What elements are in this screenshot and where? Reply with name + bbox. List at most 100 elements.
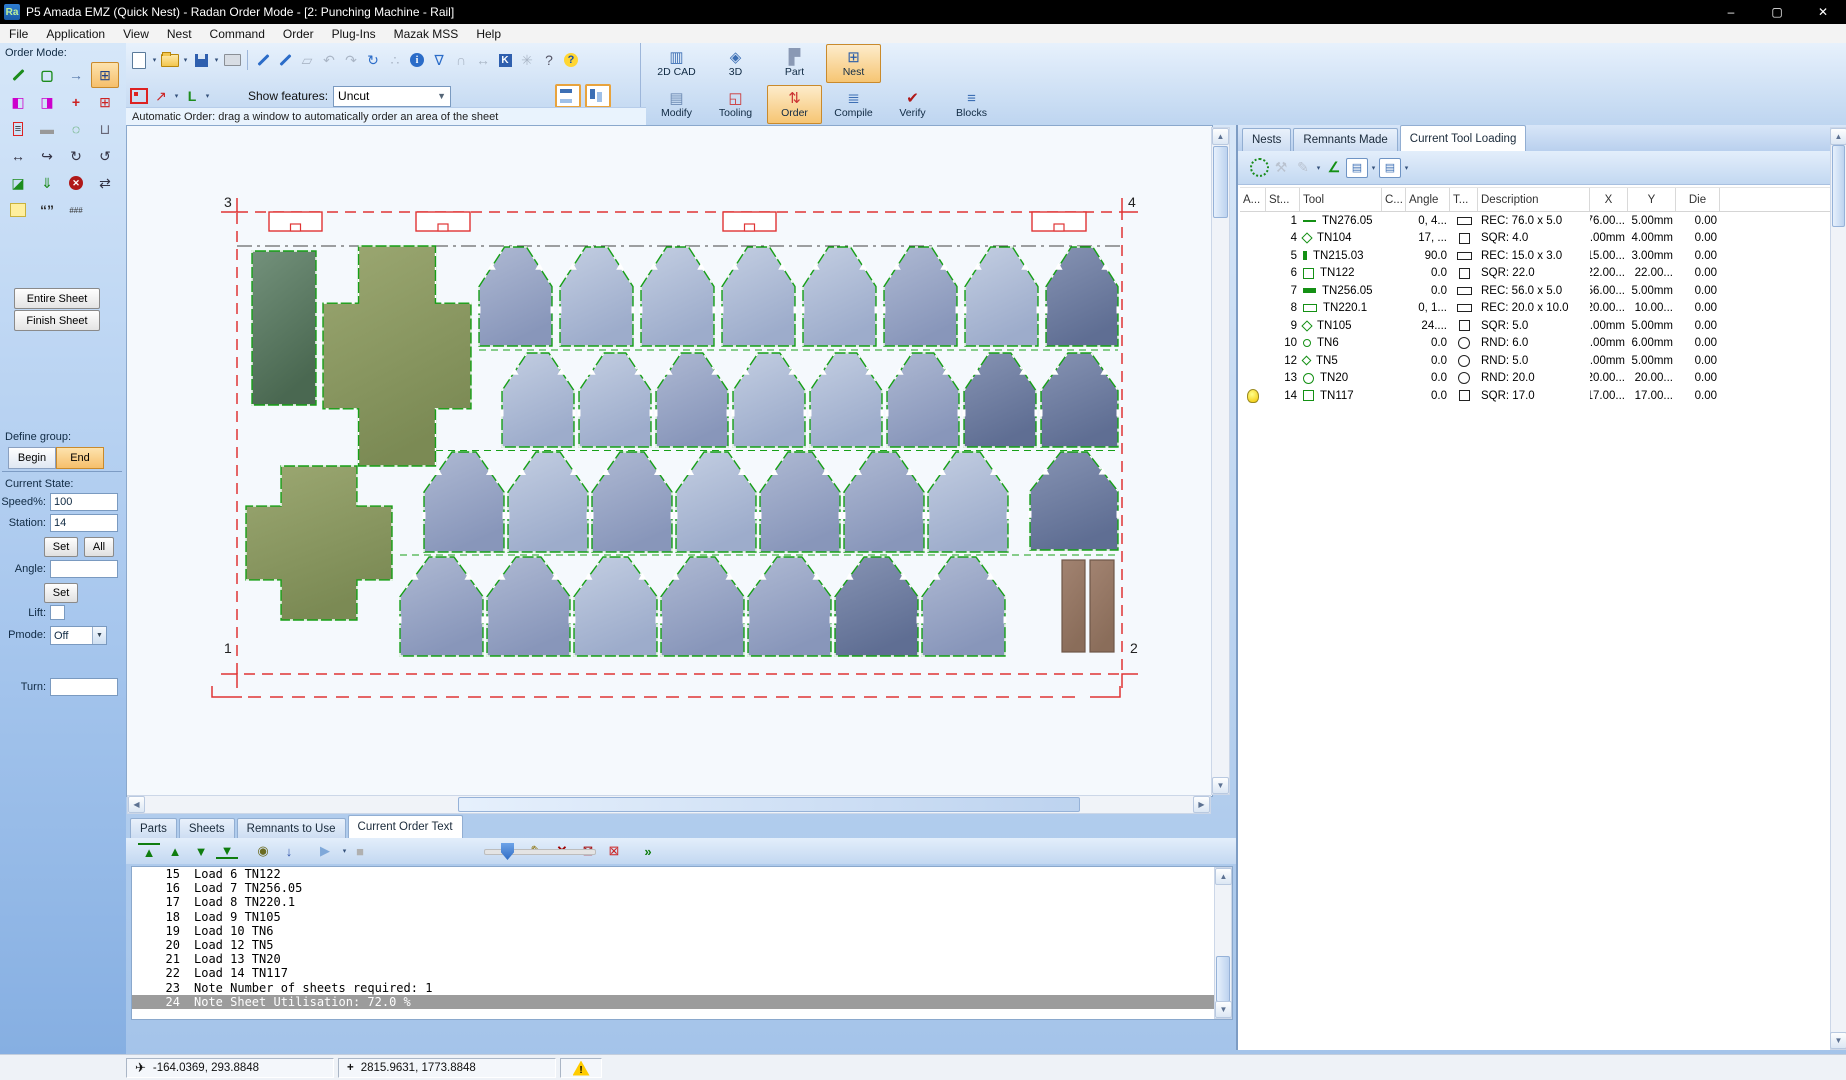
order-text-line[interactable]: 16Load 7 TN256.05 bbox=[132, 881, 1232, 895]
set-station-button[interactable]: Set bbox=[44, 537, 78, 557]
tab-parts[interactable]: Parts bbox=[130, 818, 177, 838]
lift-checkbox[interactable] bbox=[50, 605, 65, 620]
order-text-line[interactable]: 18Load 9 TN105 bbox=[132, 910, 1232, 924]
new-dropdown[interactable]: ▾ bbox=[150, 56, 159, 64]
scroll-down-arrow[interactable]: ▼ bbox=[1830, 1032, 1846, 1049]
go-bottom-icon[interactable]: ▼ bbox=[216, 843, 238, 859]
order-text-line[interactable]: 23Note Number of sheets required: 1 bbox=[132, 981, 1232, 995]
go-up-icon[interactable]: ▲ bbox=[164, 841, 186, 861]
tab-remnants-made[interactable]: Remnants Made bbox=[1293, 128, 1397, 151]
view-detail-dropdown[interactable]: ▾ bbox=[1402, 164, 1411, 172]
order-text-line[interactable]: 22Load 14 TN117 bbox=[132, 966, 1232, 980]
menu-plug-ins[interactable]: Plug-Ins bbox=[323, 24, 385, 43]
wand-icon[interactable]: ✳ bbox=[517, 50, 537, 70]
axis-icon[interactable]: L bbox=[182, 86, 202, 106]
table-row[interactable]: 5TN215.0390.0REC: 15.0 x 3.015.00...3.00… bbox=[1240, 247, 1844, 265]
column-header[interactable]: Die bbox=[1676, 188, 1720, 211]
assign-dropdown[interactable]: ▾ bbox=[1314, 164, 1323, 172]
scroll-thumb[interactable] bbox=[1216, 956, 1230, 1002]
order-text-line[interactable]: 20Load 12 TN5 bbox=[132, 938, 1232, 952]
close-button[interactable]: ✕ bbox=[1800, 0, 1846, 24]
sheet-width-tool[interactable]: ↔ bbox=[4, 143, 32, 169]
end-group-button[interactable]: End bbox=[56, 447, 104, 469]
show-features-select[interactable]: Uncut ▼ bbox=[333, 86, 451, 107]
table-row[interactable]: 8TN220.10, 1...REC: 20.0 x 10.020.00...1… bbox=[1240, 300, 1844, 318]
speed-input[interactable]: 100 bbox=[50, 493, 118, 511]
layout-split-horizontal-button[interactable] bbox=[555, 84, 581, 108]
move-tool[interactable]: + bbox=[62, 89, 90, 115]
blocks-button[interactable]: ≡Blocks bbox=[944, 85, 999, 124]
tab-remnants-to-use[interactable]: Remnants to Use bbox=[237, 818, 346, 838]
menu-view[interactable]: View bbox=[114, 24, 158, 43]
frame-tool[interactable]: ▢ bbox=[33, 62, 61, 88]
column-header[interactable]: A... bbox=[1240, 188, 1266, 211]
sheet-order-tool[interactable]: ◪ bbox=[4, 170, 32, 196]
k-tool-icon[interactable]: K bbox=[495, 50, 515, 70]
quotes-tool[interactable]: “” bbox=[33, 197, 61, 223]
table-row[interactable]: 6TN1220.0SQR: 22.022.00...22.00...0.00 bbox=[1240, 265, 1844, 283]
width-icon[interactable]: ↔ bbox=[473, 50, 493, 70]
column-header[interactable]: X bbox=[1590, 188, 1628, 211]
order-parts-tool[interactable]: ◧ bbox=[4, 89, 32, 115]
refresh-icon[interactable]: ↻ bbox=[363, 50, 383, 70]
tab-sheets[interactable]: Sheets bbox=[179, 818, 235, 838]
nest-canvas[interactable]: 3412 bbox=[126, 125, 1213, 797]
3d-button[interactable]: ◈3D bbox=[708, 44, 763, 83]
show-icon[interactable]: ◉ bbox=[252, 841, 274, 861]
move-part-tool[interactable]: ⊞ bbox=[91, 89, 119, 115]
all-stations-button[interactable]: All bbox=[84, 537, 114, 557]
scroll-thumb[interactable] bbox=[458, 797, 1080, 812]
order-text-list[interactable]: 15Load 6 TN12216Load 7 TN256.0517Load 8 … bbox=[131, 866, 1233, 1020]
turn-input[interactable] bbox=[50, 678, 118, 696]
slider-thumb[interactable] bbox=[501, 843, 514, 860]
panel-vertical-scrollbar[interactable]: ▲ ▼ bbox=[1830, 127, 1846, 1050]
simulate-icon[interactable] bbox=[1249, 158, 1269, 178]
column-header[interactable]: Y bbox=[1628, 188, 1676, 211]
new-document-icon[interactable] bbox=[129, 50, 149, 70]
menu-mazak-mss[interactable]: Mazak MSS bbox=[385, 24, 468, 43]
menu-order[interactable]: Order bbox=[274, 24, 323, 43]
view-list-icon[interactable]: ▤ bbox=[1346, 158, 1368, 178]
begin-group-button[interactable]: Begin bbox=[8, 447, 56, 469]
measure-dropdown[interactable]: ▾ bbox=[172, 92, 181, 100]
go-down-icon[interactable]: ▼ bbox=[190, 841, 212, 861]
open-dropdown[interactable]: ▾ bbox=[181, 56, 190, 64]
help-icon[interactable]: ? bbox=[561, 50, 581, 70]
play-icon[interactable]: ▶ bbox=[314, 841, 336, 861]
menu-nest[interactable]: Nest bbox=[158, 24, 201, 43]
table-row[interactable]: 1TN276.050, 4...REC: 76.0 x 5.076.00...5… bbox=[1240, 212, 1844, 230]
sheet-into-tool[interactable]: ↪ bbox=[33, 143, 61, 169]
menu-file[interactable]: File bbox=[0, 24, 37, 43]
hash-tool[interactable]: ### bbox=[62, 197, 90, 223]
tooling-edit-icon[interactable]: ⚒ bbox=[1271, 158, 1291, 178]
column-header[interactable]: T... bbox=[1450, 188, 1478, 211]
layout-split-vertical-button[interactable] bbox=[585, 84, 611, 108]
edit-pen-icon[interactable] bbox=[253, 50, 273, 70]
verify-button[interactable]: ✔Verify bbox=[885, 85, 940, 124]
flip-tool[interactable]: ⇄ bbox=[91, 170, 119, 196]
go-top-icon[interactable]: ▲ bbox=[138, 843, 160, 859]
menu-command[interactable]: Command bbox=[201, 24, 274, 43]
duplicate-icon[interactable]: ▱ bbox=[297, 50, 317, 70]
finish-sheet-button[interactable]: Finish Sheet bbox=[14, 310, 100, 331]
dropdown-arrow-icon[interactable]: ▾ bbox=[340, 847, 349, 855]
set-angle-button[interactable]: Set bbox=[44, 583, 78, 603]
delete-all-icon[interactable]: ⊠ bbox=[603, 841, 625, 861]
sheet-rotate2-tool[interactable]: ↺ bbox=[91, 143, 119, 169]
filter-icon[interactable]: ∇ bbox=[429, 50, 449, 70]
add-pen-icon[interactable] bbox=[275, 50, 295, 70]
print-icon[interactable] bbox=[222, 50, 242, 70]
scroll-thumb[interactable] bbox=[1213, 146, 1228, 218]
info-icon[interactable]: i bbox=[407, 50, 427, 70]
undo-icon[interactable]: ↶ bbox=[319, 50, 339, 70]
speed-slider[interactable] bbox=[484, 849, 596, 855]
column-header[interactable]: Description bbox=[1478, 188, 1590, 211]
delete-tool[interactable]: ✕ bbox=[62, 170, 90, 196]
more-icon[interactable]: » bbox=[637, 841, 659, 861]
stop-icon[interactable]: ■ bbox=[349, 841, 371, 861]
2d-cad-button[interactable]: ▥2D CAD bbox=[649, 44, 704, 83]
maximize-button[interactable]: ▢ bbox=[1754, 0, 1800, 24]
column-header[interactable]: Tool bbox=[1300, 188, 1382, 211]
compile-button[interactable]: ≣Compile bbox=[826, 85, 881, 124]
sheet-down-tool[interactable]: ⇓ bbox=[33, 170, 61, 196]
